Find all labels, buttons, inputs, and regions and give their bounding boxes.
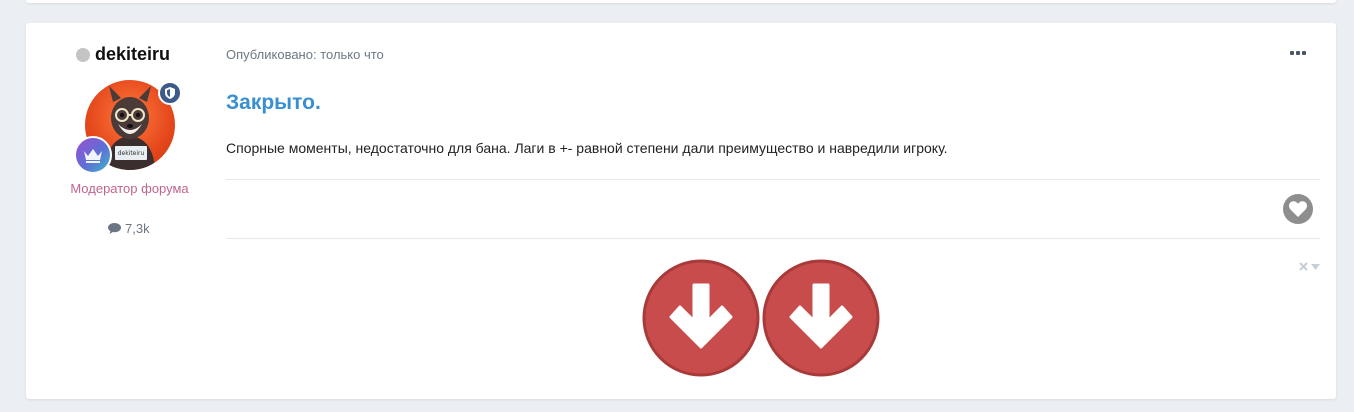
arrow-down-icon <box>642 259 760 377</box>
arrow-down-icon <box>762 259 880 377</box>
signature-controls <box>1299 262 1320 271</box>
previous-post-card <box>26 0 1336 3</box>
post-meta: Опубликовано: только что <box>226 47 384 62</box>
more-horizontal-icon[interactable] <box>1290 48 1310 58</box>
post-count-value: 7,3k <box>125 221 150 236</box>
divider <box>226 238 1320 239</box>
close-icon[interactable] <box>1299 262 1308 271</box>
post-body: Спорные моменты, недостаточно для бана. … <box>226 140 948 156</box>
comment-icon <box>108 223 121 234</box>
author-name[interactable]: dekiteiru <box>95 44 170 65</box>
heart-icon <box>1289 201 1307 217</box>
like-button[interactable] <box>1283 194 1313 224</box>
shield-icon <box>158 81 182 105</box>
post-title: Закрыто. <box>226 91 321 114</box>
author-post-count[interactable]: 7,3k <box>108 221 150 236</box>
post-card: dekiteiru dekiteiru Модератор форума 7,3… <box>26 23 1336 399</box>
offline-dot-icon <box>76 47 90 62</box>
author-name-row: dekiteiru <box>76 44 170 65</box>
crown-icon <box>74 136 112 174</box>
author-avatar-wrap: dekiteiru <box>74 80 182 174</box>
avatar-sign-text: dekiteiru <box>117 150 145 157</box>
divider <box>226 179 1320 180</box>
chevron-down-icon[interactable] <box>1311 263 1320 270</box>
author-group-title: Модератор форума <box>70 181 189 196</box>
